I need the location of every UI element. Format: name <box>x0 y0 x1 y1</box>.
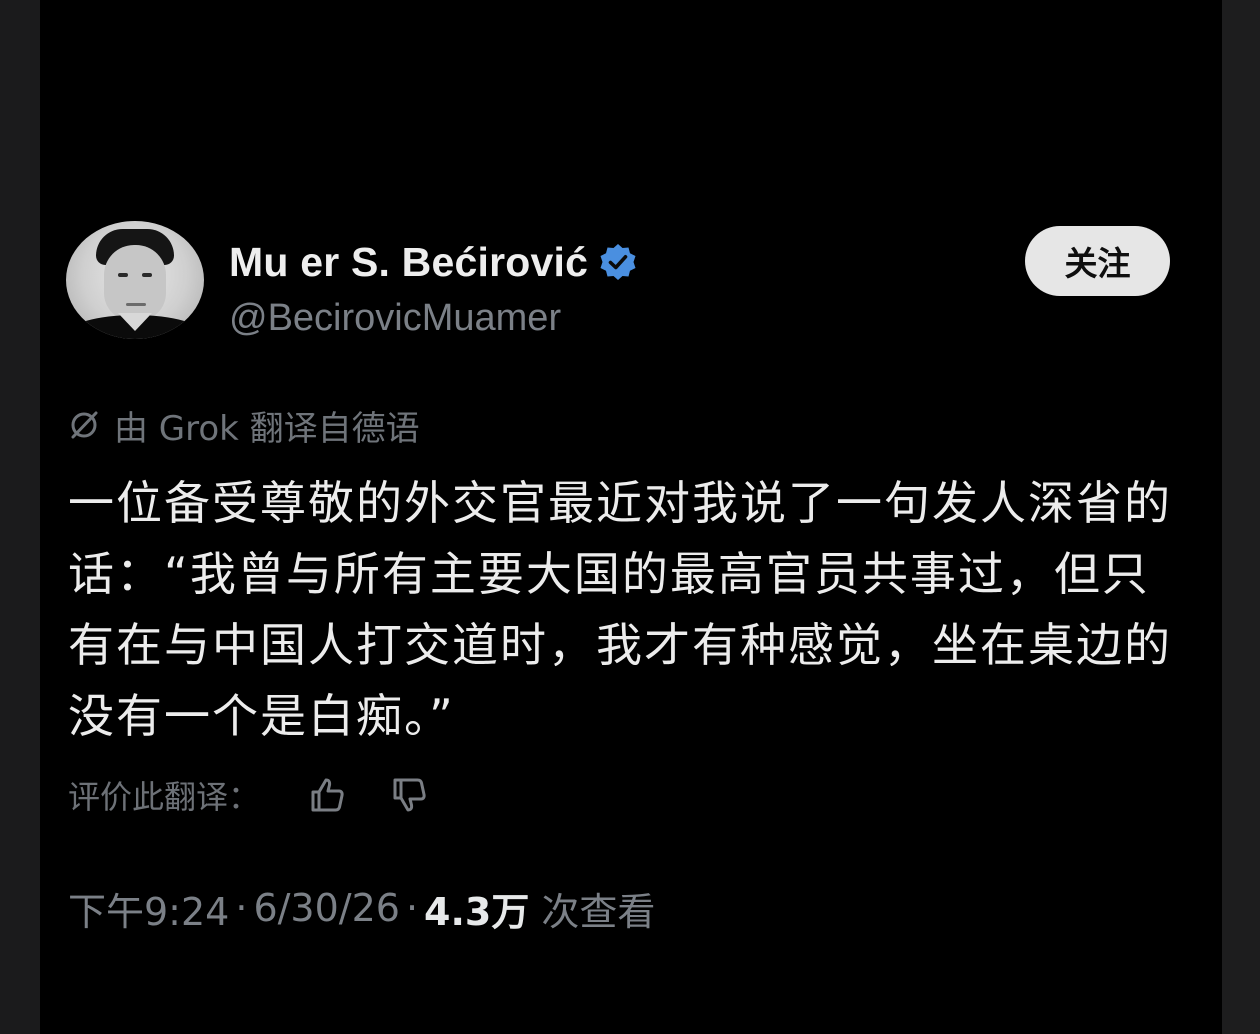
tweet-text: 一位备受尊敬的外交官最近对我说了一句发人深省的话：“我曾与所有主要大国的最高官员… <box>68 476 1172 743</box>
meta-separator: · <box>235 886 248 930</box>
rate-translation-label: 评价此翻译： <box>68 778 261 816</box>
views-count: 4.3万 <box>424 889 530 934</box>
author-display-name[interactable]: Mu er S. Bećirović <box>229 239 588 286</box>
avatar-eye-right <box>142 273 152 277</box>
grok-icon <box>68 409 100 441</box>
tweet-time[interactable]: 下午9:24 <box>68 881 229 936</box>
thumbs-down-icon[interactable] <box>386 772 432 818</box>
thumbs-up-icon[interactable] <box>304 772 350 818</box>
avatar-eye-left <box>118 273 128 277</box>
meta-separator: · <box>405 886 419 930</box>
avatar-face <box>104 245 166 321</box>
author-handle[interactable]: @BecirovicMuamer <box>229 297 561 340</box>
verified-badge-icon <box>598 242 638 282</box>
translation-note[interactable]: 由 Grok 翻译自德语 <box>68 400 420 450</box>
right-edge <box>1222 0 1260 1034</box>
avatar-mouth <box>126 303 146 306</box>
author-name-row: Mu er S. Bećirović <box>229 234 638 290</box>
translation-note-text: 由 Grok 翻译自德语 <box>114 408 420 449</box>
tweet-meta-row: 下午9:24 · 6/30/26 · 4.3万 次查看 <box>68 880 655 936</box>
rate-translation-row: 评价此翻译： <box>68 770 432 820</box>
follow-button[interactable]: 关注 <box>1025 226 1170 296</box>
author-avatar[interactable] <box>66 221 204 339</box>
left-edge <box>0 0 40 1034</box>
tweet-date[interactable]: 6/30/26 <box>253 886 400 930</box>
views-label: 次查看 <box>541 889 656 934</box>
